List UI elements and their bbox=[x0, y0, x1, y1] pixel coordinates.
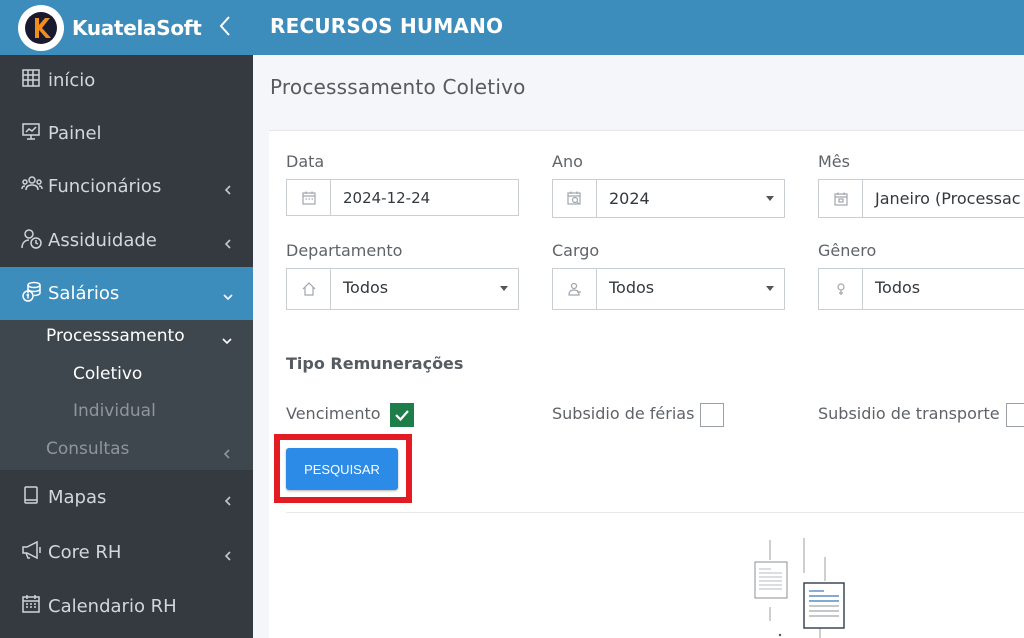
brand[interactable]: KuatelaSoft bbox=[0, 0, 253, 55]
home-icon bbox=[287, 269, 331, 309]
data-label: Data bbox=[286, 152, 325, 171]
subsidio-ferias-label: Subsidio de férias bbox=[552, 404, 695, 423]
section-title-remuneracoes: Tipo Remunerações bbox=[286, 354, 464, 373]
ano-label: Ano bbox=[552, 152, 583, 171]
subsidio-transporte-label: Subsidio de transporte bbox=[818, 404, 1000, 423]
submenu-item-consultas[interactable]: Consultas bbox=[0, 439, 253, 463]
calendar-icon bbox=[21, 594, 41, 614]
submenu-item-coletivo[interactable]: Coletivo bbox=[0, 364, 253, 388]
genero-select[interactable]: Todos bbox=[818, 268, 1024, 310]
chevron-down-icon bbox=[221, 332, 233, 352]
submenu-item-label: Coletivo bbox=[73, 364, 143, 384]
vencimento-checkbox[interactable] bbox=[390, 403, 414, 427]
user-clock-icon bbox=[21, 228, 42, 249]
kuatela-logo-icon bbox=[25, 11, 57, 44]
brand-logo bbox=[18, 4, 64, 51]
caret-down-icon bbox=[766, 196, 774, 201]
departamento-label: Departamento bbox=[286, 241, 403, 260]
chevron-left-icon bbox=[222, 491, 234, 506]
genero-value: Todos bbox=[875, 278, 921, 297]
topbar: RECURSOS HUMANO bbox=[253, 0, 1024, 55]
vencimento-label: Vencimento bbox=[286, 404, 381, 423]
megaphone-icon bbox=[21, 540, 41, 560]
sidebar-item-label: início bbox=[48, 69, 96, 91]
cargo-select[interactable]: Todos bbox=[552, 268, 785, 310]
sidebar-item-label: Painel bbox=[48, 122, 102, 144]
chevron-left-icon bbox=[222, 234, 234, 249]
sidebar-item-funcionarios[interactable]: Funcionários bbox=[0, 161, 253, 211]
subsidio-ferias-checkbox[interactable] bbox=[700, 403, 724, 427]
sidebar-item-mapas[interactable]: Mapas bbox=[0, 472, 253, 522]
user-tie-icon bbox=[553, 269, 597, 309]
collapse-sidebar-icon[interactable] bbox=[218, 14, 232, 42]
caret-down-icon bbox=[500, 286, 508, 291]
calendar-icon bbox=[819, 180, 863, 217]
submenu-item-label: Processsamento bbox=[46, 326, 185, 346]
checkmark-icon bbox=[395, 410, 409, 422]
sidebar-item-label: Mapas bbox=[48, 486, 107, 508]
chevron-left-icon bbox=[222, 546, 234, 561]
departamento-select[interactable]: Todos bbox=[286, 268, 519, 310]
cargo-value: Todos bbox=[609, 278, 655, 297]
caret-down-icon bbox=[766, 286, 774, 291]
sidebar-item-label: Funcionários bbox=[48, 175, 162, 197]
page-title: Processsamento Coletivo bbox=[270, 75, 526, 99]
genero-label: Gênero bbox=[818, 241, 877, 260]
submenu-item-label: Individual bbox=[73, 401, 156, 421]
brand-name: KuatelaSoft bbox=[72, 15, 202, 40]
sidebar-item-label: Assiduidade bbox=[48, 229, 157, 251]
ano-value: 2024 bbox=[609, 189, 650, 208]
gender-icon bbox=[819, 269, 863, 309]
sidebar-item-calendario-rh[interactable]: Calendario RH bbox=[0, 581, 253, 631]
sidebar-item-label: Calendario RH bbox=[48, 595, 177, 617]
subsidio-transporte-checkbox[interactable] bbox=[1006, 403, 1024, 427]
sidebar-item-core-rh[interactable]: Core RH bbox=[0, 527, 253, 577]
module-title: RECURSOS HUMANO bbox=[270, 14, 504, 38]
calendar-search-icon bbox=[553, 180, 597, 217]
pesquisar-button[interactable]: PESQUISAR bbox=[286, 448, 398, 490]
chevron-left-icon bbox=[221, 445, 233, 465]
data-value: 2024-12-24 bbox=[343, 189, 431, 207]
divider bbox=[286, 512, 1024, 513]
grid-icon bbox=[21, 68, 41, 88]
sidebar-item-label: Core RH bbox=[48, 541, 122, 563]
presentation-icon bbox=[21, 121, 41, 141]
sidebar-item-label: Salários bbox=[48, 283, 120, 304]
sidebar-item-inicio[interactable]: início bbox=[0, 55, 253, 105]
sidebar-item-assiduidade[interactable]: Assiduidade bbox=[0, 215, 253, 265]
calendar-icon bbox=[287, 180, 331, 215]
chevron-left-icon bbox=[222, 180, 234, 195]
sidebar-item-salarios[interactable]: Salários bbox=[0, 267, 253, 320]
departamento-value: Todos bbox=[343, 278, 389, 297]
data-field[interactable]: 2024-12-24 bbox=[286, 179, 519, 216]
sidebar: KuatelaSoft início Painel Funcionários A… bbox=[0, 0, 253, 638]
ano-select[interactable]: 2024 bbox=[552, 179, 785, 218]
documents-illustration-icon bbox=[754, 538, 845, 638]
mes-label: Mês bbox=[818, 152, 850, 171]
cargo-label: Cargo bbox=[552, 241, 600, 260]
book-icon bbox=[21, 485, 41, 505]
chevron-down-icon bbox=[222, 287, 234, 301]
mes-value: Janeiro (Processac bbox=[875, 189, 1021, 208]
submenu-item-processamento[interactable]: Processsamento bbox=[0, 326, 253, 350]
submenu-item-label: Consultas bbox=[46, 439, 130, 459]
sidebar-item-painel[interactable]: Painel bbox=[0, 108, 253, 158]
users-icon bbox=[21, 174, 43, 194]
submenu-item-individual[interactable]: Individual bbox=[0, 401, 253, 425]
coins-icon bbox=[21, 281, 41, 302]
mes-select[interactable]: Janeiro (Processac bbox=[818, 179, 1024, 218]
